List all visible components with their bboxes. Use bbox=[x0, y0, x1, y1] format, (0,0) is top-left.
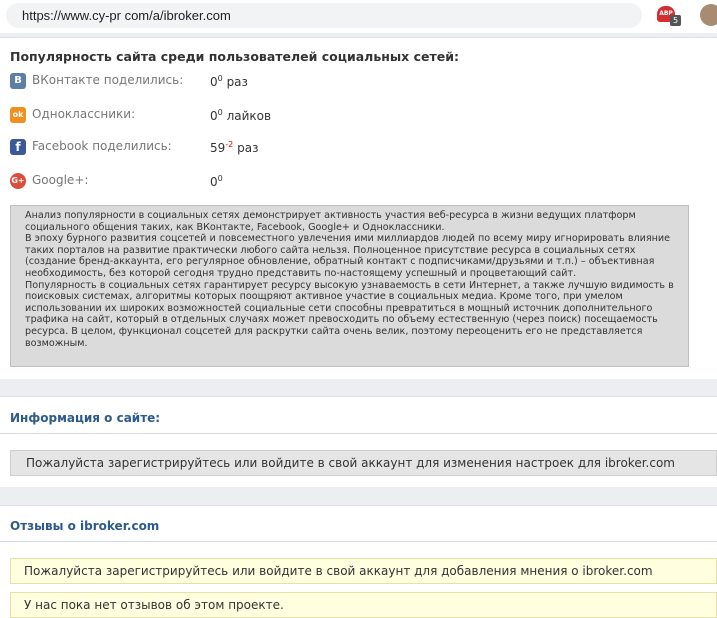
social-label: Google+: bbox=[32, 173, 89, 187]
description-paragraph: В эпоху бурного развития соцсетей и повс… bbox=[25, 233, 671, 279]
social-row-facebook: f Facebook поделились: 59-2 раз bbox=[10, 139, 430, 157]
social-value: 00 лайков bbox=[210, 108, 272, 123]
social-row-googleplus: G+ Google+: 00 bbox=[10, 173, 430, 191]
reviews-panel: Отзывы о ibroker.com Пожалуйста зарегист… bbox=[0, 505, 717, 618]
odnoklassniki-icon: ok bbox=[10, 107, 26, 123]
social-value: 00 bbox=[210, 174, 223, 189]
description-paragraph: Популярность в социальных сетях гарантир… bbox=[25, 279, 674, 349]
site-info-login-notice: Пожалуйста зарегистрируйтесь или войдите… bbox=[10, 450, 717, 476]
divider bbox=[0, 433, 717, 434]
reviews-empty-notice: У нас пока нет отзывов об этом проекте. bbox=[10, 592, 717, 618]
site-info-panel: Информация о сайте: Пожалуйста зарегистр… bbox=[0, 396, 717, 487]
browser-toolbar: https://www.cy-pr com/a/ibroker.com ABP … bbox=[0, 0, 717, 33]
profile-avatar-icon[interactable] bbox=[700, 4, 717, 26]
facebook-icon: f bbox=[10, 139, 26, 155]
social-label: Facebook поделились: bbox=[32, 139, 172, 153]
social-label: ВКонтакте поделились: bbox=[32, 73, 184, 87]
divider bbox=[0, 541, 717, 542]
site-info-title: Информация о сайте: bbox=[10, 411, 161, 425]
social-description: Анализ популярности в социальных сетях д… bbox=[10, 205, 689, 367]
social-label: Одноклассники: bbox=[32, 107, 136, 121]
social-popularity-title: Популярность сайта среди пользователей с… bbox=[10, 49, 459, 64]
social-value: 00 раз bbox=[210, 74, 248, 89]
social-popularity-panel: Популярность сайта среди пользователей с… bbox=[0, 37, 717, 379]
extension-badge: 5 bbox=[670, 15, 681, 26]
address-bar[interactable]: https://www.cy-pr com/a/ibroker.com bbox=[6, 3, 642, 28]
description-paragraph: Анализ популярности в социальных сетях д… bbox=[25, 210, 636, 233]
googleplus-icon: G+ bbox=[10, 173, 26, 189]
reviews-login-notice: Пожалуйста зарегистрируйтесь или войдите… bbox=[10, 558, 717, 584]
social-value: 59-2 раз bbox=[210, 140, 259, 155]
social-row-odnoklassniki: ok Одноклассники: 00 лайков bbox=[10, 107, 430, 125]
vk-icon: B bbox=[10, 73, 26, 89]
url-text[interactable]: https://www.cy-pr com/a/ibroker.com bbox=[22, 8, 231, 23]
reviews-title: Отзывы о ibroker.com bbox=[10, 519, 160, 533]
social-row-vk: B ВКонтакте поделились: 00 раз bbox=[10, 73, 430, 91]
